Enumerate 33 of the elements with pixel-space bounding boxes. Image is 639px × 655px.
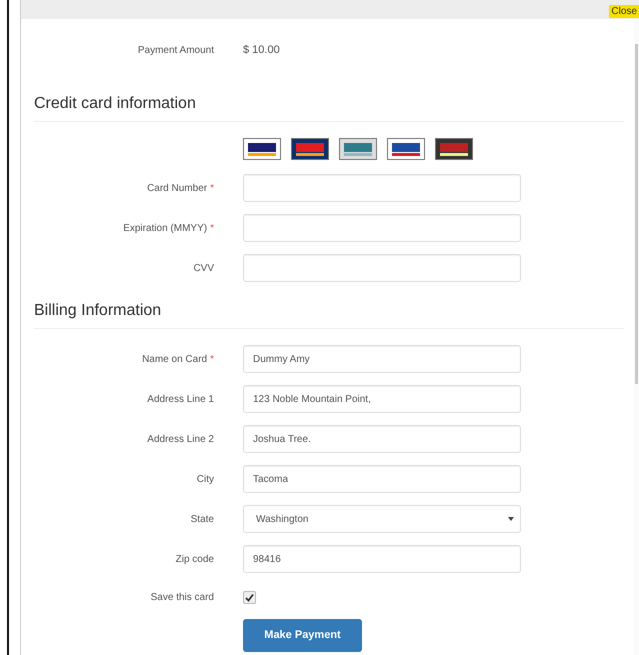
text-input-field[interactable]: Dummy Amy bbox=[243, 345, 521, 373]
text-input-field[interactable]: Joshua Tree. bbox=[243, 425, 521, 453]
field-label: Card Number * bbox=[147, 182, 214, 194]
make-payment-button[interactable]: Make Payment bbox=[243, 618, 362, 652]
close-button[interactable]: Close bbox=[609, 5, 639, 18]
field-label: Name on Card * bbox=[142, 354, 214, 364]
section-heading: Credit card information bbox=[34, 81, 624, 122]
field-label: Address Line 1 bbox=[147, 394, 214, 404]
payment-amount: $ 10.00 bbox=[243, 44, 281, 56]
field-label: Expiration (MMYY) * bbox=[123, 222, 214, 234]
section-heading: Billing Information bbox=[34, 288, 624, 329]
text-input-field[interactable] bbox=[243, 174, 521, 202]
caret-icon bbox=[508, 517, 514, 521]
text-input-field[interactable]: 123 Noble Mountain Point, bbox=[243, 385, 521, 413]
credit-card-logo-icon bbox=[435, 138, 473, 160]
field-label: Zip code bbox=[176, 554, 214, 564]
credit-card-logo-icon bbox=[243, 138, 281, 160]
field-label: City bbox=[196, 474, 214, 484]
field-label: Address Line 2 bbox=[147, 434, 214, 444]
field-label: State bbox=[190, 514, 214, 524]
text-input-field[interactable]: Tacoma bbox=[243, 465, 521, 493]
field-label: Save this card bbox=[150, 592, 214, 602]
scrollbar-thumb[interactable] bbox=[635, 44, 638, 384]
field-label: Payment Amount bbox=[138, 44, 214, 56]
credit-card-logo-icon bbox=[387, 138, 425, 160]
save-card-checkbox[interactable] bbox=[243, 590, 256, 604]
text-input-field[interactable] bbox=[243, 254, 521, 282]
credit-card-logo-icon bbox=[291, 138, 329, 160]
text-input-field[interactable]: 98416 bbox=[243, 545, 521, 573]
text-input-field[interactable] bbox=[243, 214, 521, 242]
field-label: CVV bbox=[193, 262, 214, 274]
state-select[interactable]: Washington bbox=[243, 505, 521, 533]
credit-card-logo-icon bbox=[339, 138, 377, 160]
